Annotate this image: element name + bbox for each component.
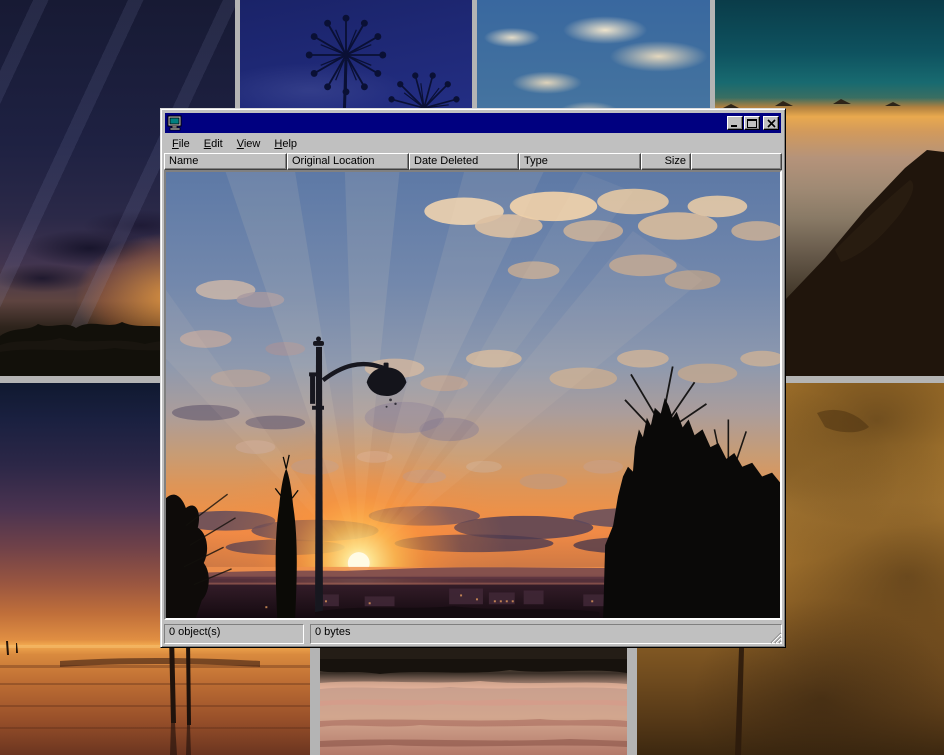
minimize-icon — [730, 119, 740, 128]
column-header-empty[interactable] — [691, 153, 782, 170]
status-bytes: 0 bytes — [310, 624, 782, 644]
close-icon — [767, 119, 776, 128]
minimize-button[interactable] — [727, 116, 743, 130]
menu-view[interactable]: View — [230, 136, 268, 152]
window-controls — [726, 116, 779, 130]
computer-icon[interactable] — [167, 115, 183, 131]
column-header-date-deleted[interactable]: Date Deleted — [409, 153, 519, 170]
desktop: File Edit View Help Name Original Locati… — [0, 0, 944, 755]
column-header-type[interactable]: Type — [519, 153, 641, 170]
menu-file[interactable]: File — [165, 136, 197, 152]
menu-edit[interactable]: Edit — [197, 136, 230, 152]
folder-view[interactable] — [164, 170, 782, 620]
maximize-icon — [747, 119, 757, 128]
maximize-button[interactable] — [744, 116, 760, 130]
close-button[interactable] — [763, 116, 779, 130]
menu-help[interactable]: Help — [267, 136, 304, 152]
titlebar[interactable] — [165, 113, 781, 133]
resize-grip-icon[interactable] — [768, 630, 782, 644]
column-header-size[interactable]: Size — [641, 153, 691, 170]
status-objects: 0 object(s) — [164, 624, 304, 644]
recycle-bin-window: File Edit View Help Name Original Locati… — [160, 108, 786, 648]
column-header-name[interactable]: Name — [164, 153, 287, 170]
column-header-original-location[interactable]: Original Location — [287, 153, 409, 170]
sunset-lamp-photo — [166, 172, 780, 618]
column-header-row: Name Original Location Date Deleted Type… — [164, 153, 782, 170]
status-bar: 0 object(s) 0 bytes — [164, 622, 782, 644]
menu-bar: File Edit View Help — [164, 134, 782, 153]
